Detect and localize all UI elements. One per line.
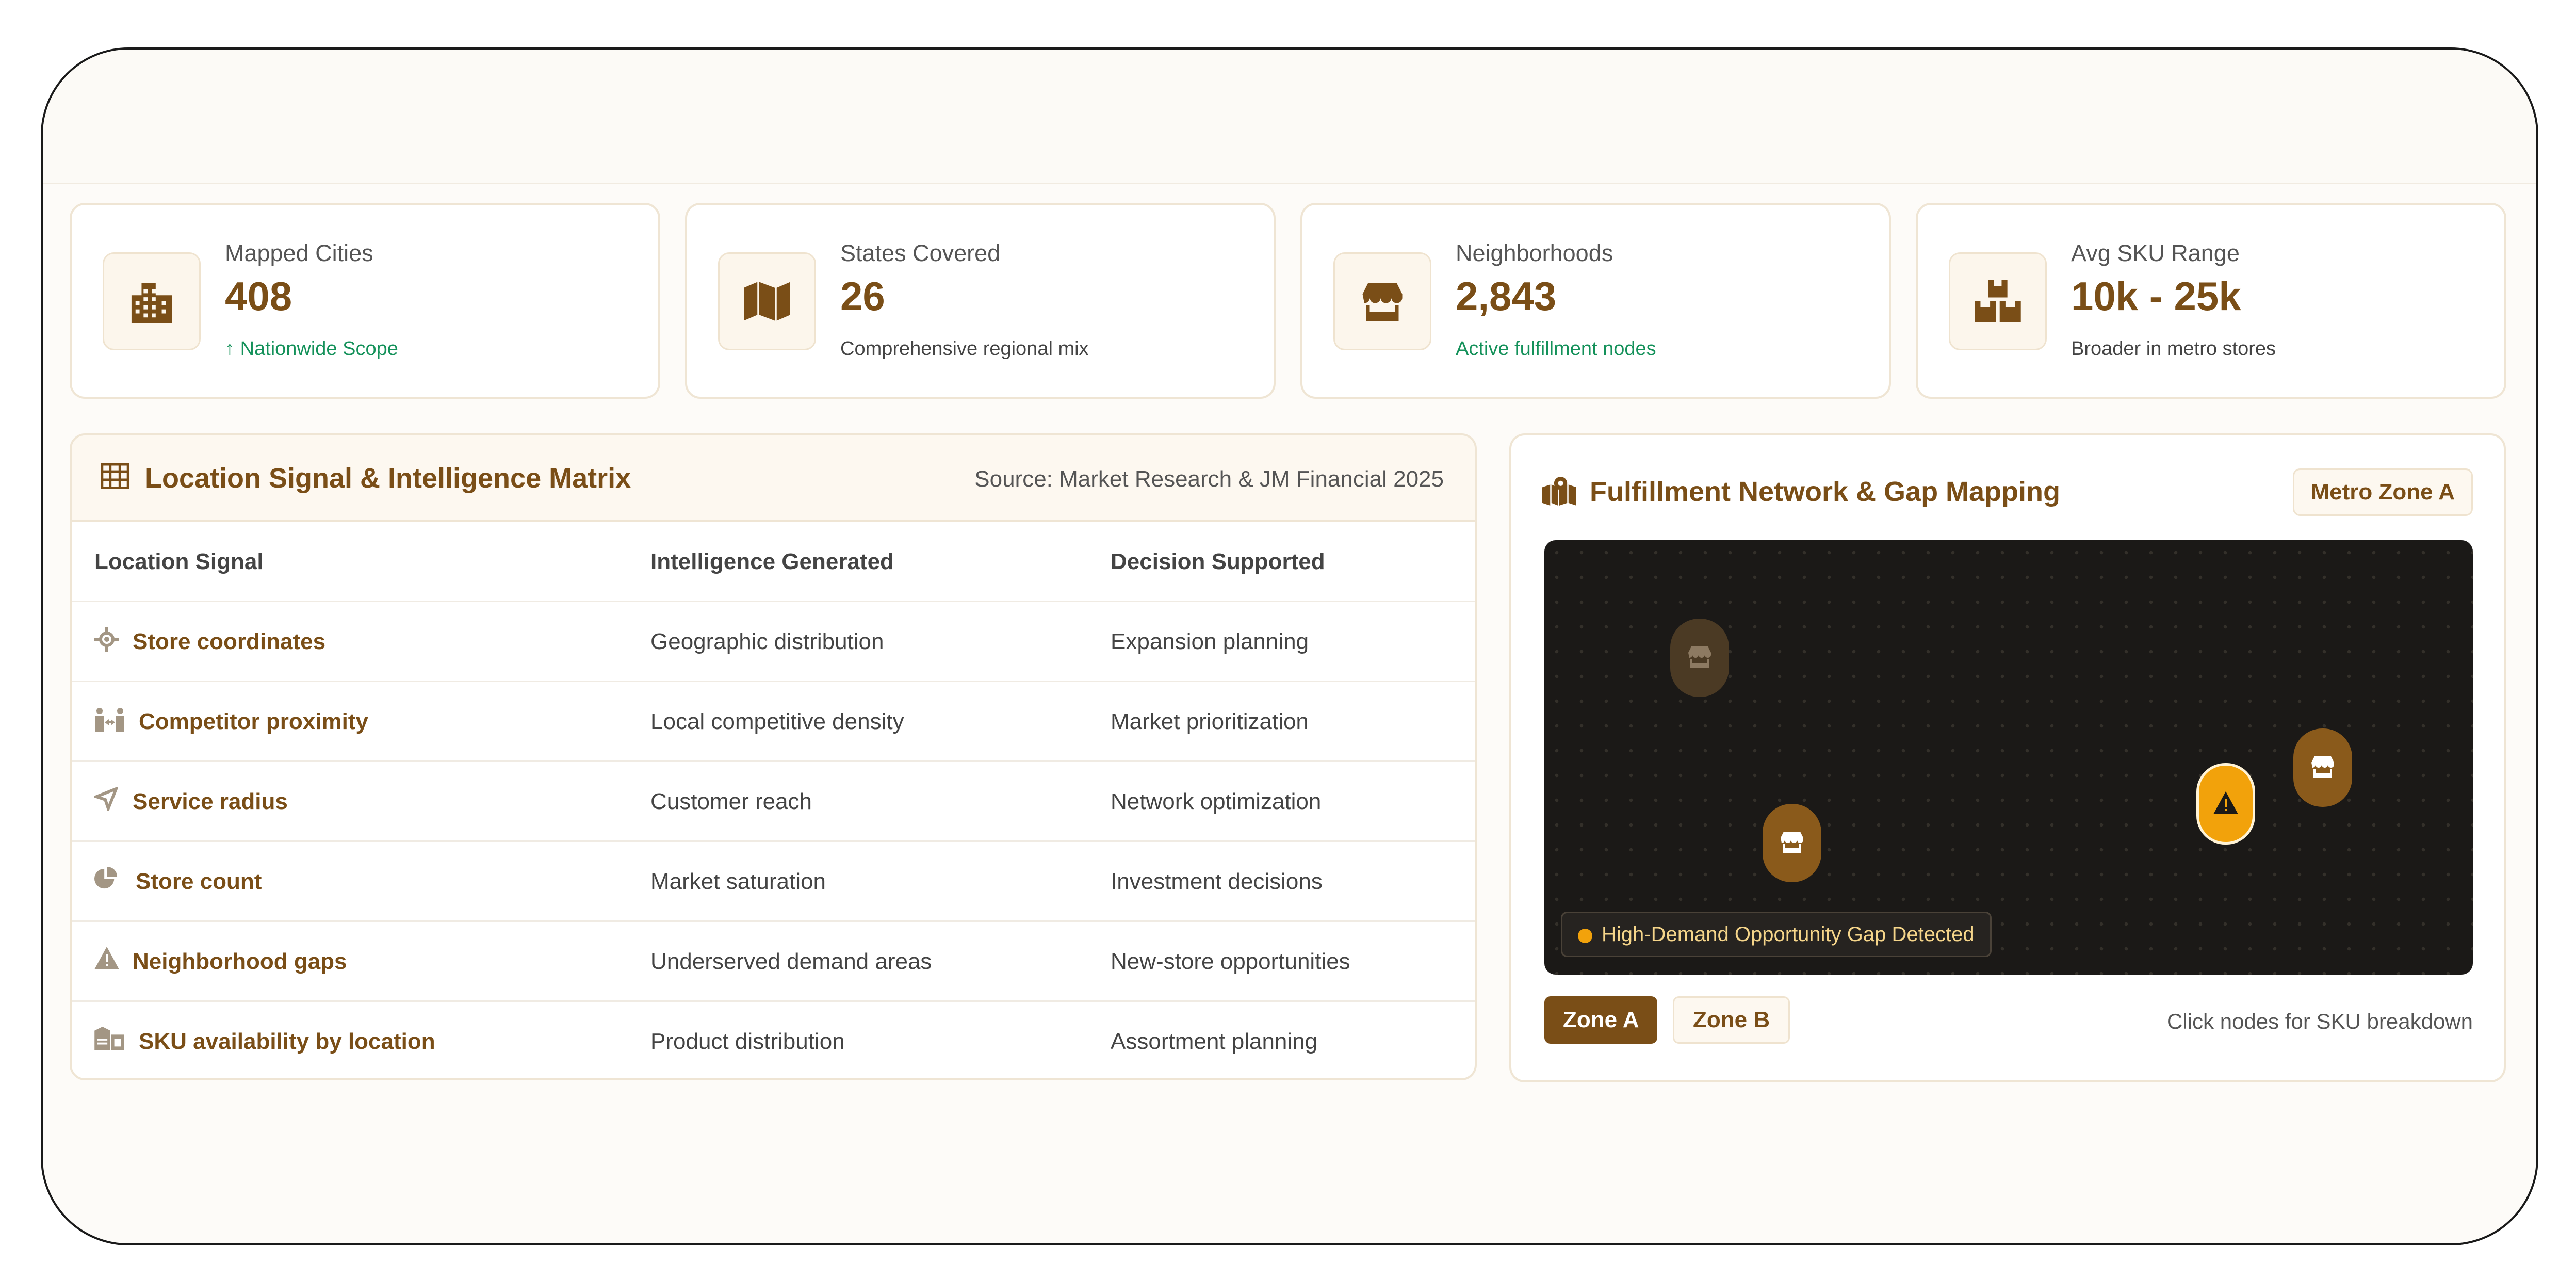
stat-label: Mapped Cities: [225, 240, 373, 266]
map-title: Fulfillment Network & Gap Mapping: [1590, 476, 2061, 507]
intel-cell: Local competitive density: [650, 709, 904, 734]
fulfillment-map-panel: Fulfillment Network & Gap Mapping Metro …: [1509, 433, 2506, 1082]
stat-note: Comprehensive regional mix: [840, 338, 1089, 360]
column-header: Decision Supported: [1111, 549, 1325, 574]
store-node[interactable]: [1763, 804, 1821, 882]
decision-cell: Investment decisions: [1111, 869, 1323, 894]
table-row[interactable]: Competitor proximity Local competitive d…: [72, 682, 1475, 762]
people-arrows-icon: [94, 707, 125, 734]
stat-card-neighborhoods: Neighborhoods 2,843 Active fulfillment n…: [1300, 203, 1891, 399]
matrix-title: Location Signal & Intelligence Matrix: [145, 463, 631, 494]
table-header-row: Location Signal Intelligence Generated D…: [72, 522, 1475, 602]
intel-cell: Product distribution: [650, 1029, 845, 1054]
stat-card-sku: Avg SKU Range 10k - 25k Broader in metro…: [1916, 203, 2506, 399]
map-hint: Click nodes for SKU breakdown: [2167, 1009, 2473, 1033]
map-icon: [718, 252, 816, 350]
store-icon: [2310, 755, 2335, 781]
table-row[interactable]: Store count Market saturation Investment…: [72, 842, 1475, 922]
gap-alert: High-Demand Opportunity Gap Detected: [1561, 912, 1992, 957]
stat-card-states: States Covered 26 Comprehensive regional…: [685, 203, 1276, 399]
zone-b-button[interactable]: Zone B: [1673, 996, 1790, 1044]
stat-note: Broader in metro stores: [2071, 338, 2276, 360]
alert-text: High-Demand Opportunity Gap Detected: [1602, 922, 1975, 946]
matrix-header: Location Signal & Intelligence Matrix So…: [72, 435, 1475, 522]
intel-cell: Geographic distribution: [650, 629, 884, 654]
map-marked-icon: [1542, 477, 1576, 508]
stat-note: Active fulfillment nodes: [1456, 338, 1656, 360]
stat-label: States Covered: [840, 240, 1001, 266]
decision-cell: Expansion planning: [1111, 629, 1309, 654]
table-row[interactable]: Service radius Customer reach Network op…: [72, 762, 1475, 842]
signal-cell: Store coordinates: [133, 629, 326, 654]
stat-value: 26: [840, 273, 885, 319]
table-row[interactable]: Neighborhood gaps Underserved demand are…: [72, 922, 1475, 1002]
signal-cell: Neighborhood gaps: [133, 949, 347, 974]
signal-matrix-panel: Location Signal & Intelligence Matrix So…: [70, 433, 1477, 1080]
stat-card-cities: Mapped Cities 408 ↑ Nationwide Scope: [70, 203, 660, 399]
stat-label: Avg SKU Range: [2071, 240, 2240, 266]
crosshair-icon: [94, 627, 119, 654]
signal-cell: Service radius: [133, 789, 288, 814]
decision-cell: Assortment planning: [1111, 1029, 1318, 1054]
signal-cell: Store count: [136, 869, 262, 894]
zone-badge: Metro Zone A: [2292, 468, 2473, 516]
intel-cell: Market saturation: [650, 869, 826, 894]
column-header: Location Signal: [94, 549, 264, 574]
location-arrow-icon: [92, 786, 119, 813]
warning-icon: [94, 947, 119, 972]
stat-value: 408: [225, 273, 292, 319]
store-node[interactable]: [1670, 619, 1729, 697]
store-icon: [1333, 252, 1431, 350]
app-frame: Mapped Cities 408 ↑ Nationwide Scope Sta…: [41, 47, 2538, 1245]
gap-node[interactable]: [2196, 763, 2255, 845]
boxes-icon: [1949, 252, 2047, 350]
stat-label: Neighborhoods: [1456, 240, 1613, 266]
city-icon: [103, 252, 201, 350]
column-header: Intelligence Generated: [650, 549, 894, 574]
signal-cell: Competitor proximity: [139, 709, 368, 734]
decision-cell: Network optimization: [1111, 789, 1322, 814]
matrix-source: Source: Market Research & JM Financial 2…: [974, 466, 1444, 492]
decision-cell: Market prioritization: [1111, 709, 1309, 734]
table-row[interactable]: SKU availability by location Product dis…: [72, 1002, 1475, 1078]
pie-chart-icon: [94, 867, 118, 893]
zone-a-button[interactable]: Zone A: [1544, 996, 1658, 1044]
warning-icon: [2213, 791, 2239, 817]
arrow-up-icon: ↑: [225, 338, 240, 360]
store-icon: [1780, 831, 1804, 856]
stat-note: ↑ Nationwide Scope: [225, 338, 398, 360]
stat-value: 2,843: [1456, 273, 1557, 319]
intel-cell: Customer reach: [650, 789, 812, 814]
store-node[interactable]: [2293, 728, 2352, 807]
table-icon: [101, 463, 129, 492]
network-map[interactable]: High-Demand Opportunity Gap Detected: [1544, 540, 2473, 975]
stat-value: 10k - 25k: [2071, 273, 2241, 319]
signal-cell: SKU availability by location: [139, 1029, 435, 1054]
intel-cell: Underserved demand areas: [650, 949, 932, 974]
warehouse-icon: [94, 1027, 124, 1053]
decision-cell: New-store opportunities: [1111, 949, 1350, 974]
store-icon: [1687, 645, 1712, 671]
table-row[interactable]: Store coordinates Geographic distributio…: [72, 602, 1475, 682]
top-band: [43, 50, 2536, 184]
alert-dot-icon: [1578, 929, 1592, 943]
